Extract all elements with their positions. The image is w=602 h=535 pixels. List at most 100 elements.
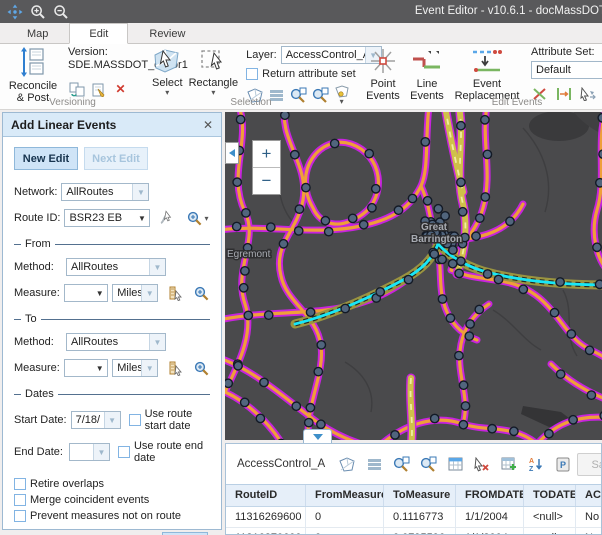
- point-events-button[interactable]: Point Events: [361, 46, 405, 103]
- end-date-combobox[interactable]: ▼: [69, 443, 110, 461]
- table-save-button[interactable]: Save: [577, 453, 602, 476]
- network-combobox[interactable]: AllRoutes▼: [61, 183, 149, 201]
- cell: No: [576, 528, 602, 535]
- change-version-icon[interactable]: [68, 81, 85, 97]
- merge-coincident-events-checkbox[interactable]: [14, 494, 26, 506]
- table-zoom-selected-icon[interactable]: [392, 456, 410, 473]
- to-measure-label: Measure:: [14, 362, 60, 374]
- table-add-record-icon[interactable]: [500, 456, 518, 473]
- column-header[interactable]: ACCESS: [576, 485, 602, 506]
- table-calculate-icon[interactable]: [446, 456, 464, 473]
- from-method-combobox[interactable]: AllRoutes▼: [66, 258, 166, 276]
- column-header[interactable]: TODATE: [524, 485, 576, 506]
- column-header[interactable]: FromMeasure: [306, 485, 384, 506]
- map-zoom-control: + −: [252, 140, 281, 195]
- table-select-shape-icon[interactable]: [338, 456, 356, 473]
- start-date-combobox[interactable]: 7/18/▼: [71, 411, 121, 429]
- panel-collapse-button[interactable]: [225, 142, 239, 164]
- new-version-icon[interactable]: [90, 81, 107, 97]
- table-layer-name: AccessControl_A: [237, 458, 325, 470]
- svg-text:Barrington: Barrington: [411, 234, 462, 245]
- table-identify-icon[interactable]: P: [554, 456, 572, 473]
- attribute-table-panel: AccessControl_A AZ: [225, 443, 602, 535]
- from-measure-combobox[interactable]: ▼: [64, 284, 108, 302]
- map-canvas[interactable]: EgremontGreatBarrington + −: [225, 112, 602, 440]
- cell: 1/1/2004: [456, 507, 524, 527]
- end-date-value: [70, 444, 93, 460]
- route-zoom-button[interactable]: ▾: [187, 211, 208, 226]
- table-row[interactable]: 11316270600 0 0.0795596 1/1/2004 <null> …: [226, 528, 601, 535]
- pick-route-icon[interactable]: [158, 210, 175, 226]
- to-measure-zoom-icon[interactable]: [194, 360, 210, 376]
- column-header[interactable]: FROMDATE: [456, 485, 524, 506]
- event-replacement-button[interactable]: Event Replacement: [449, 46, 525, 103]
- next-edit-button[interactable]: Next Edit: [84, 147, 148, 170]
- snap-tool-icon[interactable]: [579, 86, 596, 102]
- to-method-combobox[interactable]: AllRoutes▼: [66, 333, 166, 351]
- group-selection: Select ▾ Rectangle ▾ Layer: AccessContro…: [145, 44, 357, 109]
- column-header[interactable]: RouteID: [226, 485, 306, 506]
- column-header[interactable]: ToMeasure: [384, 485, 456, 506]
- layer-value: AccessControl_A: [282, 47, 365, 63]
- pan-icon[interactable]: [6, 3, 23, 20]
- table-pan-selected-icon[interactable]: [419, 456, 437, 473]
- route-id-combobox[interactable]: BSR23 EB▼: [64, 209, 150, 227]
- to-measure-pick-icon[interactable]: [167, 360, 183, 376]
- prevent-measures-label: Prevent measures not on route: [30, 510, 181, 522]
- grid-header-row: RouteID FromMeasure ToMeasure FROMDATE T…: [226, 485, 601, 507]
- cell: 1/1/2004: [456, 528, 524, 535]
- cell: 11316270600: [226, 528, 306, 535]
- retire-overlaps-checkbox[interactable]: [14, 478, 26, 490]
- use-route-start-date-checkbox[interactable]: [129, 414, 141, 426]
- attribute-set-combobox[interactable]: Default: [531, 61, 602, 79]
- rectangle-dropdown-caret[interactable]: ▾: [211, 89, 215, 96]
- from-unit-combobox[interactable]: Miles▼: [112, 284, 158, 302]
- table-sort-icon[interactable]: AZ: [527, 456, 545, 473]
- rectangle-tool-button[interactable]: Rectangle ▾: [186, 46, 242, 97]
- prevent-measures-checkbox[interactable]: [14, 510, 26, 522]
- use-route-end-date-checkbox[interactable]: [118, 446, 130, 458]
- table-collapse-arrow-icon: [313, 434, 323, 440]
- to-unit-combobox[interactable]: Miles▼: [112, 359, 158, 377]
- select-dropdown-caret[interactable]: ▾: [165, 89, 169, 96]
- route-id-value: BSR23 EB: [65, 210, 134, 226]
- from-measure-zoom-icon[interactable]: [194, 285, 210, 301]
- collapse-arrow-icon: [229, 149, 235, 157]
- tab-edit[interactable]: Edit: [69, 23, 128, 44]
- select-tool-button[interactable]: Select ▾: [149, 46, 186, 97]
- retire-overlaps-label: Retire overlaps: [30, 478, 104, 490]
- line-events-label: Line Events: [408, 78, 446, 102]
- svg-text:A: A: [529, 458, 534, 465]
- from-measure-label: Measure:: [14, 287, 60, 299]
- zoom-out-icon[interactable]: [52, 3, 69, 20]
- route-id-label: Route ID:: [14, 212, 60, 224]
- table-attribute-list-icon[interactable]: [365, 456, 383, 473]
- map-zoom-out-button[interactable]: −: [253, 168, 280, 194]
- from-measure-pick-icon[interactable]: [167, 285, 183, 301]
- table-row[interactable]: 11316269600 0 0.1116773 1/1/2004 <null> …: [226, 507, 601, 528]
- new-edit-button[interactable]: New Edit: [14, 147, 78, 170]
- to-method-value: AllRoutes: [67, 334, 149, 350]
- use-route-start-date-label: Use route start date: [145, 408, 210, 432]
- tab-map[interactable]: Map: [8, 24, 67, 43]
- panel-close-icon[interactable]: ✕: [203, 118, 213, 132]
- group-label-selection: Selection: [145, 97, 357, 108]
- zoom-in-icon[interactable]: [29, 3, 46, 20]
- cell: 0.1116773: [384, 507, 456, 527]
- table-collapse-tab[interactable]: [303, 429, 332, 443]
- to-measure-combobox[interactable]: ▼: [64, 359, 108, 377]
- delete-version-icon[interactable]: ✕: [112, 81, 129, 97]
- group-versioning: Reconcile & Post Version: SDE.MASSDOT_ed…: [0, 44, 145, 109]
- map-graphics: EgremontGreatBarrington: [225, 112, 602, 440]
- event-replacement-icon: [470, 47, 504, 75]
- select-tool-icon: [153, 47, 181, 74]
- from-unit-value: Miles: [113, 285, 141, 301]
- group-label-versioning: Versioning: [0, 97, 145, 108]
- line-events-button[interactable]: Line Events: [405, 46, 449, 103]
- start-date-value: 7/18/: [72, 412, 104, 428]
- table-clear-selection-icon[interactable]: [473, 456, 491, 473]
- return-attribute-set-checkbox[interactable]: [246, 68, 258, 80]
- map-zoom-in-button[interactable]: +: [253, 141, 280, 168]
- panel-title: Add Linear Events: [11, 118, 116, 132]
- tab-review[interactable]: Review: [130, 24, 204, 43]
